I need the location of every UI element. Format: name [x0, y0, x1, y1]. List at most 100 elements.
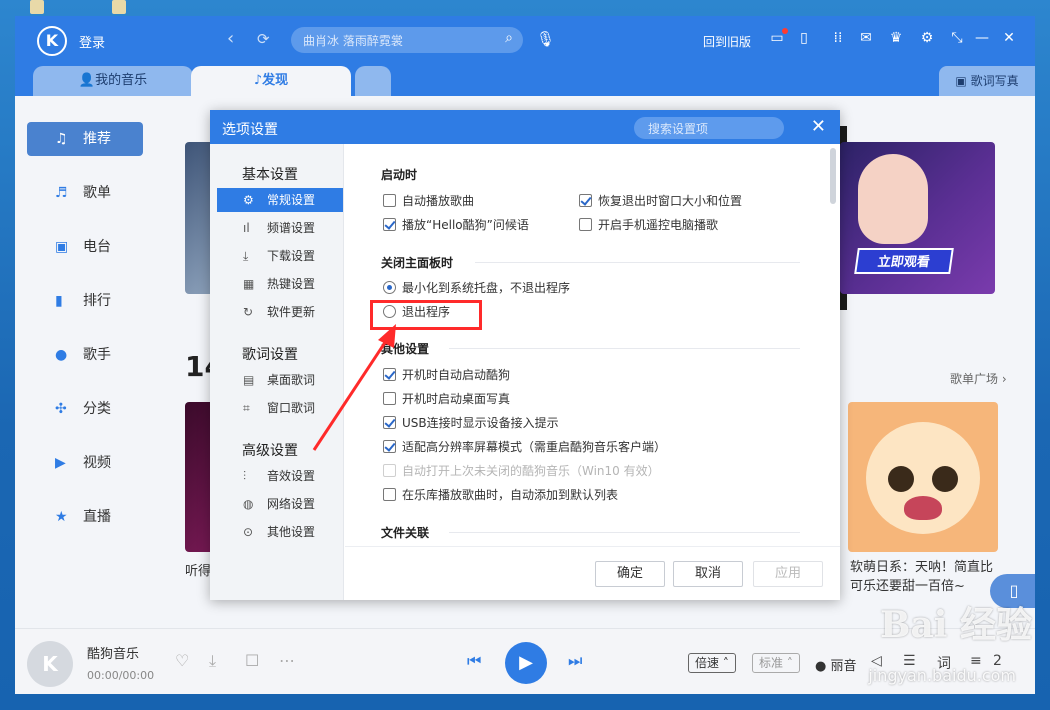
sidebar-item-singer[interactable]: ● 歌手: [55, 340, 165, 370]
old-version-button[interactable]: 回到旧版: [703, 33, 751, 50]
playlist-card-right[interactable]: [848, 402, 998, 552]
playlist-square-link[interactable]: 歌单广场 ›: [950, 370, 1007, 387]
user-icon: 👤: [78, 73, 96, 88]
radio-icon: ▣: [55, 239, 69, 255]
nav-item-network[interactable]: ◍ 网络设置: [217, 492, 343, 516]
option-phone-remote[interactable]: 开启手机遥控电脑播歌: [579, 216, 718, 234]
back-arrow-icon[interactable]: ‹: [227, 28, 234, 49]
dot-icon: ●: [815, 659, 831, 674]
checkbox-checked[interactable]: [579, 194, 592, 207]
download-icon: ⤓: [243, 249, 249, 263]
refresh-icon[interactable]: ⟳: [257, 30, 270, 48]
main-tab-bar: 👤我的音乐 ♪发现 ▣ 歌词写真: [15, 66, 1035, 96]
option-auto-play[interactable]: 自动播放歌曲: [383, 192, 474, 210]
nav-item-spectrum[interactable]: ıl 频谱设置: [217, 216, 343, 240]
dialog-title: 选项设置: [222, 122, 278, 138]
dialog-footer: 确定 取消 应用: [345, 546, 840, 600]
settings-search-input[interactable]: 搜索设置项: [634, 117, 784, 139]
option-hello-greeting[interactable]: 播放“Hello酷狗”问候语: [383, 216, 529, 234]
playlist-card-left-title[interactable]: 听得: [185, 560, 211, 579]
title-bar: K 登录 ‹ ⟳ 曲肖冰 落雨醉霓裳 ⌕ 🎙 回到旧版 ▭ ▯ ⁞⁞ ✉ ♛ ⚙…: [15, 16, 1035, 66]
nav-item-general[interactable]: ⚙ 常规设置: [217, 188, 343, 212]
nav-group-basic: 基本设置: [242, 167, 298, 183]
minimize-icon[interactable]: —: [973, 30, 991, 46]
mail-icon[interactable]: ✉: [857, 30, 875, 46]
kugou-logo-icon[interactable]: K: [37, 26, 67, 56]
category-icon: ✣: [55, 401, 67, 417]
speed-button[interactable]: 倍速 ˄: [688, 653, 736, 673]
login-button[interactable]: 登录: [79, 32, 105, 51]
divider: [449, 532, 800, 533]
spectrum-icon: ıl: [243, 221, 250, 235]
phone-icon[interactable]: ▯: [795, 30, 813, 46]
nav-item-download[interactable]: ⤓ 下载设置: [217, 244, 343, 268]
sidebar-item-recommend[interactable]: ♫ 推荐: [27, 122, 143, 156]
sidebar-item-live[interactable]: ★ 直播: [55, 502, 165, 532]
desktop-file-icon[interactable]: [30, 0, 44, 14]
download-icon[interactable]: ⤓: [209, 651, 216, 671]
tab-extra[interactable]: [355, 66, 391, 96]
settings-gear-icon[interactable]: ⚙: [918, 30, 936, 46]
play-button[interactable]: ▶: [505, 642, 547, 684]
scrollbar[interactable]: [830, 148, 836, 204]
cancel-button[interactable]: 取消: [673, 561, 743, 587]
character-eye: [888, 466, 914, 492]
search-icon[interactable]: ⌕: [505, 30, 513, 46]
heart-icon[interactable]: ♡: [175, 651, 189, 670]
anime-girl-illustration: [858, 154, 928, 244]
dialog-header: 选项设置 搜索设置项 ✕: [210, 110, 840, 144]
option-restore-window[interactable]: 恢复退出时窗口大小和位置: [579, 192, 742, 210]
comment-icon[interactable]: ☐: [245, 651, 259, 670]
close-icon[interactable]: ✕: [811, 116, 826, 137]
section-startup-title: 启动时: [381, 168, 418, 182]
banner-image-right[interactable]: 立即观看: [840, 142, 995, 294]
checkbox-checked[interactable]: [383, 218, 396, 231]
album-cover-icon[interactable]: K: [27, 641, 73, 687]
sidebar-item-radio[interactable]: ▣ 电台: [55, 232, 165, 262]
nav-item-other[interactable]: ⊙ 其他设置: [217, 520, 343, 544]
window-lyric-icon: ⌗: [243, 401, 250, 415]
watch-now-button[interactable]: 立即观看: [854, 248, 954, 274]
quality-button[interactable]: 标准 ˄: [752, 653, 800, 673]
sidebar-item-rank[interactable]: ▮ 排行: [55, 286, 165, 316]
previous-track-icon[interactable]: ⏮: [467, 651, 481, 671]
more-icon[interactable]: ⋯: [279, 651, 295, 670]
ok-button[interactable]: 确定: [595, 561, 665, 587]
baidu-watermark-logo: Bai 经验: [880, 604, 1032, 646]
lyric-poster-button[interactable]: ▣ 歌词写真: [939, 66, 1035, 96]
checkbox-disabled: [383, 464, 396, 477]
settings-search-placeholder: 搜索设置项: [648, 122, 709, 136]
nav-item-sound-effect[interactable]: ⫶ 音效设置: [217, 464, 343, 488]
next-track-icon[interactable]: ⏭: [568, 651, 582, 671]
option-minimize-tray[interactable]: 最小化到系统托盘，不退出程序: [383, 279, 570, 297]
character-eye: [932, 466, 958, 492]
desktop-file-icon[interactable]: [112, 0, 126, 14]
sidebar-item-playlist[interactable]: ♬ 歌单: [55, 178, 165, 208]
apply-button[interactable]: 应用: [753, 561, 823, 587]
checkbox[interactable]: [383, 488, 396, 501]
microphone-icon[interactable]: 🎙: [536, 30, 555, 48]
anime-character-illustration: [866, 422, 980, 534]
nav-group-advanced: 高级设置: [242, 443, 298, 459]
playlist-card-right-title[interactable]: 软萌日系：天呐！简直比可乐还要甜一百倍~: [850, 558, 1000, 596]
option-auto-add-list[interactable]: 在乐库播放歌曲时，自动添加到默认列表: [383, 486, 618, 504]
option-high-dpi[interactable]: 适配高分辨率屏幕模式（需重启酷狗音乐客户端）: [383, 438, 666, 456]
sound-mode-button[interactable]: ● 丽音: [815, 655, 857, 674]
skin-icon[interactable]: ♛: [887, 30, 905, 46]
mini-mode-icon[interactable]: ⤡: [948, 30, 966, 46]
checkbox[interactable]: [579, 218, 592, 231]
nav-group-lyric: 歌词设置: [242, 347, 298, 363]
sidebar-item-category[interactable]: ✣ 分类: [55, 394, 165, 424]
settings-content: 启动时 自动播放歌曲 恢复退出时窗口大小和位置 播放“Hello酷狗”问候语 开…: [345, 144, 840, 546]
character-mouth: [904, 496, 942, 520]
tab-discover[interactable]: ♪发现: [191, 66, 351, 96]
sidebar-item-video[interactable]: ▶ 视频: [55, 448, 165, 478]
radio-selected[interactable]: [383, 281, 396, 294]
tab-my-music[interactable]: 👤我的音乐: [33, 66, 193, 96]
close-window-icon[interactable]: ✕: [1000, 30, 1018, 46]
apps-grid-icon[interactable]: ⁞⁞: [829, 30, 847, 46]
checkbox[interactable]: [383, 194, 396, 207]
refresh-icon: ↻: [243, 305, 254, 319]
search-input[interactable]: 曲肖冰 落雨醉霓裳 ⌕: [291, 27, 523, 53]
nav-item-hotkey[interactable]: ▦ 热键设置: [217, 272, 343, 296]
